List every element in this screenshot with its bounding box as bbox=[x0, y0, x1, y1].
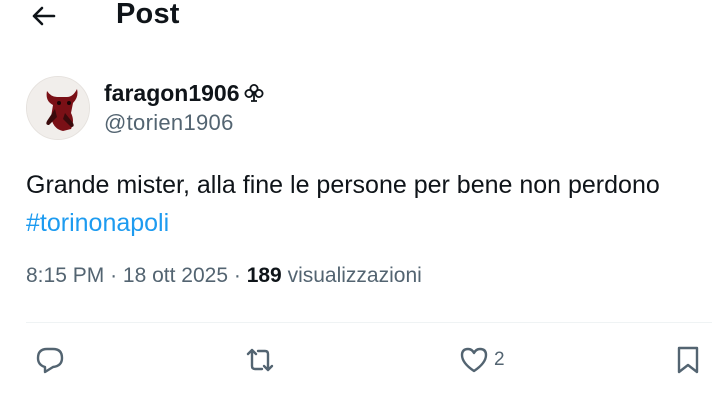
views-label: visualizzazioni bbox=[287, 264, 422, 287]
post-text: Grande mister, alla fine le persone per … bbox=[26, 171, 660, 199]
reply-button[interactable] bbox=[34, 340, 66, 380]
avatar[interactable] bbox=[26, 76, 90, 140]
meta-separator: · bbox=[233, 264, 241, 287]
action-bar: 2 bbox=[0, 340, 712, 380]
repost-arrows-icon bbox=[246, 348, 274, 372]
author-display-name[interactable]: faragon1906 bbox=[104, 78, 265, 108]
repost-button[interactable] bbox=[244, 340, 276, 380]
heart-icon bbox=[460, 347, 488, 373]
display-name-text: faragon1906 bbox=[104, 79, 240, 106]
post-time[interactable]: 8:15 PM bbox=[26, 264, 104, 287]
author-handle[interactable]: @torien1906 bbox=[104, 110, 265, 136]
speech-bubble-icon bbox=[36, 347, 64, 374]
views-count: 189 bbox=[246, 264, 282, 287]
post-date[interactable]: 18 ott 2025 bbox=[123, 264, 228, 287]
author-block[interactable]: faragon1906 @torien1906 bbox=[104, 78, 265, 136]
post-body: Grande mister, alla fine le persone per … bbox=[26, 166, 660, 242]
meta-separator: · bbox=[110, 264, 118, 287]
club-suit-icon bbox=[243, 82, 265, 104]
post-metadata: 8:15 PM · 18 ott 2025 · 189 visualizzazi… bbox=[26, 264, 422, 288]
bookmark-icon bbox=[677, 346, 699, 374]
bull-logo-icon bbox=[27, 77, 89, 139]
back-arrow-icon bbox=[32, 6, 56, 26]
like-button[interactable]: 2 bbox=[458, 340, 505, 380]
hashtag-link[interactable]: #torinonapoli bbox=[26, 204, 660, 242]
like-count: 2 bbox=[494, 349, 505, 370]
bookmark-button[interactable] bbox=[672, 340, 704, 380]
top-bar: Post bbox=[0, 0, 712, 40]
divider bbox=[26, 322, 712, 323]
back-button[interactable] bbox=[28, 2, 58, 30]
page-title: Post bbox=[116, 0, 180, 30]
